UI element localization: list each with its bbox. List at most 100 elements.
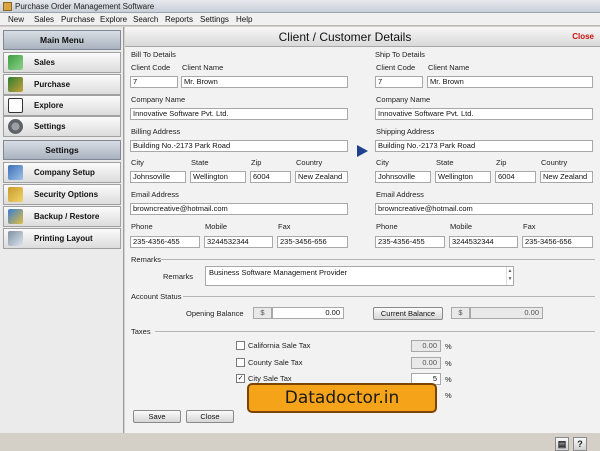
sidebar-item-sales[interactable]: Sales	[3, 52, 121, 73]
ship-city-field[interactable]: Johnsoville	[375, 171, 431, 183]
sidebar-item-explore[interactable]: Explore	[3, 95, 121, 116]
current-balance-button[interactable]: Current Balance	[373, 307, 443, 320]
menu-new[interactable]: New	[8, 15, 24, 24]
sidebar-item-label: Printing Layout	[34, 234, 93, 243]
sidebar-item-settings[interactable]: Settings	[3, 116, 121, 137]
sidebar-item-label: Sales	[34, 58, 55, 67]
bill-zip-label: Zip	[251, 158, 262, 167]
close-button[interactable]: Close	[186, 410, 234, 423]
ship-fax-label: Fax	[523, 222, 536, 231]
ship-country-field[interactable]: New Zealand	[540, 171, 593, 183]
bill-state-field[interactable]: Wellington	[190, 171, 246, 183]
app-title: Purchase Order Management Software	[15, 2, 155, 11]
purchase-icon	[8, 77, 23, 92]
ship-email-label: Email Address	[376, 190, 424, 199]
ship-zip-label: Zip	[496, 158, 507, 167]
remarks-textarea[interactable]: Business Software Management Provider ▲ ▼	[205, 266, 514, 286]
ship-company-field[interactable]: Innovative Software Pvt. Ltd.	[375, 108, 593, 120]
california-tax-checkbox[interactable]	[236, 341, 245, 350]
current-balance-field: 0.00	[470, 307, 543, 319]
ship-fax-field[interactable]: 235-3456-656	[522, 236, 593, 248]
menu-purchase[interactable]: Purchase	[61, 15, 95, 24]
city-tax-checkbox[interactable]: ✓	[236, 374, 245, 383]
bill-mobile-field[interactable]: 3244532344	[204, 236, 273, 248]
bill-client-code-field[interactable]: 7	[130, 76, 178, 88]
menu-search[interactable]: Search	[133, 15, 158, 24]
main-panel: Client / Customer Details Close Bill To …	[125, 27, 600, 451]
chart-icon	[8, 55, 23, 70]
bill-client-name-label: Client Name	[182, 63, 224, 72]
settings-header: Settings	[3, 140, 121, 160]
ship-mobile-field[interactable]: 3244532344	[449, 236, 518, 248]
watermark-banner: Datadoctor.in	[247, 383, 437, 413]
print-icon[interactable]: ▤	[555, 437, 569, 451]
help-icon[interactable]: ?	[573, 437, 587, 451]
bill-fax-field[interactable]: 235-3456-656	[277, 236, 348, 248]
account-divider	[183, 296, 595, 297]
bill-state-label: State	[191, 158, 209, 167]
copy-arrow-icon[interactable]	[357, 145, 368, 157]
menu-sales[interactable]: Sales	[34, 15, 54, 24]
sidebar-item-backup-restore[interactable]: Backup / Restore	[3, 206, 121, 227]
sidebar-item-purchase[interactable]: Purchase	[3, 74, 121, 95]
ship-address-field[interactable]: Building No.-2173 Park Road	[375, 140, 593, 152]
county-tax-checkbox[interactable]	[236, 358, 245, 367]
opening-currency: $	[253, 307, 272, 319]
bill-address-label: Billing Address	[131, 127, 181, 136]
ship-phone-field[interactable]: 235-4356-455	[375, 236, 445, 248]
sidebar-item-label: Company Setup	[34, 168, 95, 177]
close-link[interactable]: Close	[572, 32, 594, 41]
bill-company-field[interactable]: Innovative Software Pvt. Ltd.	[130, 108, 348, 120]
remarks-divider	[161, 259, 595, 260]
sidebar-item-label: Settings	[34, 122, 66, 131]
ship-company-label: Company Name	[376, 95, 431, 104]
ship-country-label: Country	[541, 158, 568, 167]
menu-help[interactable]: Help	[236, 15, 252, 24]
taxes-section-title: Taxes	[131, 327, 151, 336]
menu-bar: New Sales Purchase Explore Search Report…	[0, 13, 600, 26]
account-section-title: Account Status	[131, 292, 182, 301]
opening-balance-field[interactable]: 0.00	[272, 307, 344, 319]
remarks-section-title: Remarks	[131, 255, 162, 264]
sidebar-item-printing-layout[interactable]: Printing Layout	[3, 228, 121, 249]
print-icon	[8, 231, 23, 246]
sidebar-item-security-options[interactable]: Security Options	[3, 184, 121, 205]
current-currency: $	[451, 307, 470, 319]
remarks-scrollbar[interactable]: ▲ ▼	[506, 267, 513, 285]
sidebar-item-label: Security Options	[34, 190, 99, 199]
ship-section-title: Ship To Details	[375, 50, 425, 59]
sidebar: Main Menu Sales Purchase Explore Setting…	[0, 27, 124, 433]
menu-reports[interactable]: Reports	[165, 15, 193, 24]
ship-email-field[interactable]: browncreative@hotmail.com	[375, 203, 593, 215]
gear-icon	[8, 119, 23, 134]
bill-mobile-label: Mobile	[205, 222, 228, 231]
menu-settings[interactable]: Settings	[200, 15, 229, 24]
city-tax-label: City Sale Tax	[248, 374, 292, 383]
ship-state-field[interactable]: Wellington	[435, 171, 491, 183]
bill-client-name-field[interactable]: Mr. Brown	[181, 76, 348, 88]
ship-zip-field[interactable]: 6004	[495, 171, 536, 183]
ship-client-name-field[interactable]: Mr. Brown	[427, 76, 593, 88]
taxes-divider	[155, 331, 595, 332]
percent-sign: %	[445, 375, 452, 384]
bill-email-field[interactable]: browncreative@hotmail.com	[130, 203, 348, 215]
page-title: Client / Customer Details	[278, 30, 412, 44]
sidebar-item-label: Purchase	[34, 80, 71, 89]
ship-city-label: City	[376, 158, 389, 167]
ship-phone-label: Phone	[376, 222, 398, 231]
bill-country-field[interactable]: New Zealand	[295, 171, 348, 183]
menu-explore[interactable]: Explore	[100, 15, 127, 24]
bill-zip-field[interactable]: 6004	[250, 171, 291, 183]
county-tax-label: County Sale Tax	[248, 358, 303, 367]
ship-state-label: State	[436, 158, 454, 167]
bill-city-field[interactable]: Johnsoville	[130, 171, 186, 183]
bill-phone-field[interactable]: 235-4356-455	[130, 236, 200, 248]
bill-section-title: Bill To Details	[131, 50, 176, 59]
save-button[interactable]: Save	[133, 410, 181, 423]
bill-address-field[interactable]: Building No.-2173 Park Road	[130, 140, 348, 152]
percent-sign: %	[445, 359, 452, 368]
bill-email-label: Email Address	[131, 190, 179, 199]
sidebar-item-company-setup[interactable]: Company Setup	[3, 162, 121, 183]
bill-fax-label: Fax	[278, 222, 291, 231]
ship-client-code-field[interactable]: 7	[375, 76, 423, 88]
